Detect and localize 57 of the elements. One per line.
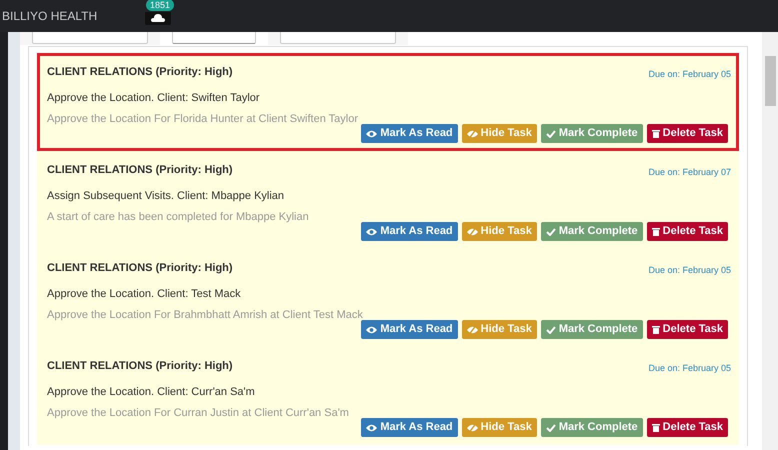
scrollbar-thumb[interactable] — [765, 56, 776, 106]
mark-as-read-button[interactable]: Mark As Read — [361, 418, 458, 437]
delete-task-button[interactable]: Delete Task — [646, 222, 728, 241]
eye-slash-icon — [466, 424, 478, 432]
mark-complete-button[interactable]: Mark Complete — [540, 222, 643, 241]
trash-icon — [652, 423, 660, 432]
tab[interactable] — [280, 32, 396, 44]
eye-icon — [366, 424, 378, 432]
eye-icon — [366, 130, 378, 138]
due-date: Due on: February 05 — [648, 264, 731, 277]
due-date: Due on: February 05 — [648, 362, 731, 375]
delete-task-button[interactable]: Delete Task — [646, 320, 728, 339]
notification-button[interactable] — [145, 12, 171, 25]
check-icon — [546, 424, 556, 432]
task-detail: Approve the Location For Curran Justin at Client Curr'an Sa'm — [47, 407, 349, 419]
hide-task-button[interactable]: Hide Task — [462, 124, 537, 143]
eye-slash-icon — [466, 130, 478, 138]
check-icon — [546, 130, 556, 138]
eye-slash-icon — [466, 228, 478, 236]
tab[interactable] — [172, 32, 256, 44]
task-title: CLIENT RELATIONS (Priority: High) — [47, 164, 233, 176]
task-title: CLIENT RELATIONS (Priority: High) — [47, 262, 233, 274]
task-title: CLIENT RELATIONS (Priority: High) — [47, 360, 233, 372]
task-detail: Approve the Location For Brahmbhatt Amrish at Client Test Mack — [47, 309, 363, 321]
hide-task-button[interactable]: Hide Task — [462, 320, 537, 339]
cloud-icon — [151, 13, 165, 22]
delete-task-button[interactable]: Delete Task — [646, 418, 728, 437]
mark-complete-button[interactable]: Mark Complete — [540, 124, 643, 143]
trash-icon — [652, 227, 660, 236]
task-subject: Approve the Location. Client: Test Mack — [47, 288, 241, 300]
eye-icon — [366, 326, 378, 334]
mark-as-read-button[interactable]: Mark As Read — [361, 124, 458, 143]
task-subject: Approve the Location. Client: Swiften Taylor — [47, 92, 260, 104]
mark-complete-button[interactable]: Mark Complete — [540, 320, 643, 339]
hide-task-button[interactable]: Hide Task — [462, 222, 537, 241]
due-date: Due on: February 07 — [648, 166, 731, 179]
eye-slash-icon — [466, 326, 478, 334]
scrollbar[interactable] — [762, 32, 778, 450]
hide-task-button[interactable]: Hide Task — [462, 418, 537, 437]
brand-name[interactable]: BILLIYO HEALTH — [0, 7, 98, 25]
trash-icon — [652, 129, 660, 138]
eye-icon — [366, 228, 378, 236]
delete-task-button[interactable]: Delete Task — [646, 124, 728, 143]
mark-as-read-button[interactable]: Mark As Read — [361, 320, 458, 339]
task-detail: A start of care has been completed for Mbappe Kylian — [47, 211, 309, 223]
mark-as-read-button[interactable]: Mark As Read — [361, 222, 458, 241]
tab[interactable] — [32, 32, 148, 44]
notification-count: 1851 — [146, 0, 174, 11]
task-subject: Assign Subsequent Visits. Client: Mbappe Kylian — [47, 190, 284, 202]
due-date: Due on: February 05 — [648, 68, 731, 81]
trash-icon — [652, 325, 660, 334]
task-subject: Approve the Location. Client: Curr'an Sa'm — [47, 386, 255, 398]
task-title: CLIENT RELATIONS (Priority: High) — [47, 66, 233, 78]
check-icon — [546, 326, 556, 334]
task-detail: Approve the Location For Florida Hunter at Client Swiften Taylor — [47, 113, 358, 125]
check-icon — [546, 228, 556, 236]
mark-complete-button[interactable]: Mark Complete — [540, 418, 643, 437]
